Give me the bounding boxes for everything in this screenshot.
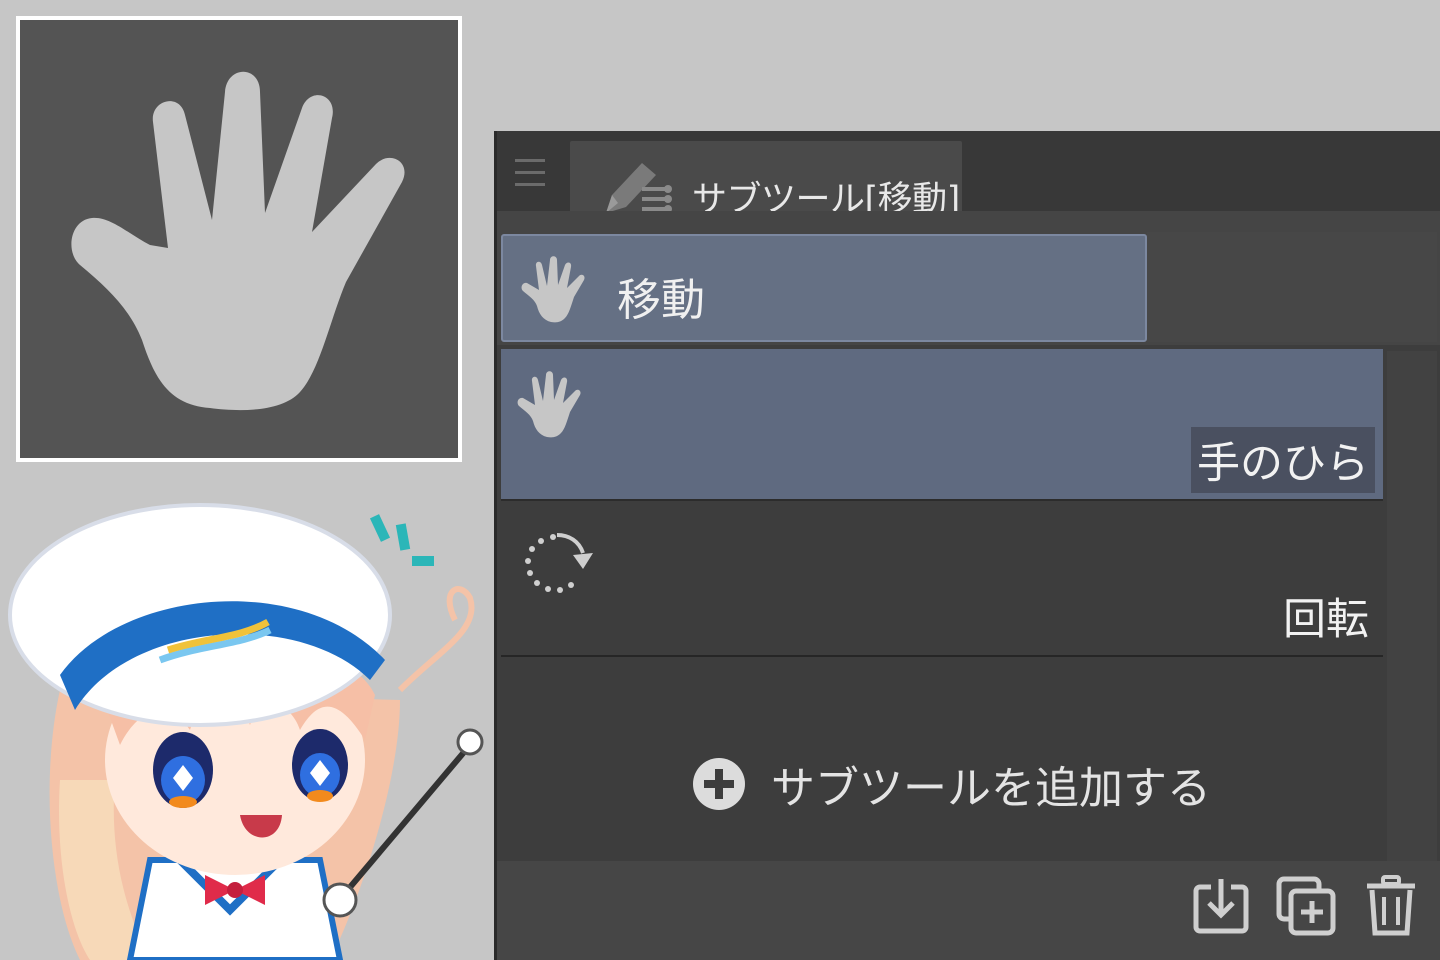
subtool-item-hand[interactable]: 手のひら: [501, 349, 1383, 501]
subtool-label: 回転: [1283, 595, 1369, 645]
tool-group-label: 移動: [617, 275, 705, 326]
scrollbar[interactable]: [1387, 351, 1437, 861]
mascot-illustration: [8, 503, 484, 960]
tab-subtool[interactable]: サブツール[移動]: [570, 141, 962, 220]
add-subtool-label: サブツールを追加する: [771, 763, 1211, 814]
tool-group-empty: [1147, 232, 1437, 342]
tool-group-move[interactable]: 移動: [501, 234, 1147, 342]
panel-menu-icon[interactable]: [515, 159, 545, 191]
add-subtool-button[interactable]: サブツールを追加する: [693, 749, 1211, 819]
plus-icon: [693, 758, 745, 810]
subtool-item-rotate[interactable]: 回転: [501, 505, 1383, 657]
hand-icon: [71, 71, 405, 411]
trash-icon[interactable]: [1363, 875, 1419, 937]
hand-icon-preview: [16, 16, 462, 462]
duplicate-icon[interactable]: [1275, 875, 1337, 937]
subtool-label: 手のひら: [1191, 427, 1375, 493]
hand-icon: [521, 256, 585, 323]
hand-icon: [517, 371, 581, 438]
subtool-panel: サブツール[移動] 移動 手のひら 回転 サブツールを追加する: [494, 131, 1440, 960]
import-icon[interactable]: [1191, 875, 1251, 937]
rotate-icon: [525, 533, 593, 593]
